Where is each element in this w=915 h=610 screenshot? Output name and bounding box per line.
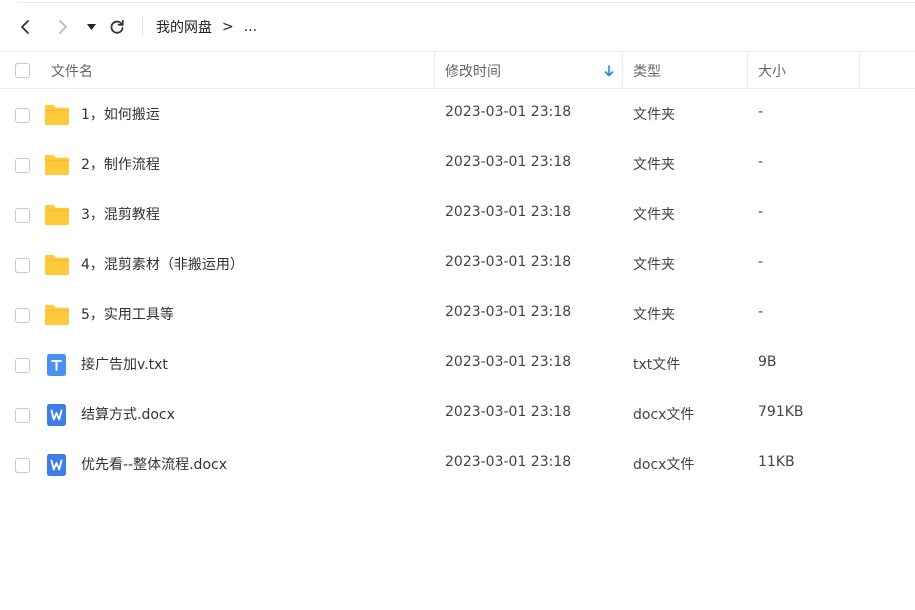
chevron-right-icon <box>59 20 67 34</box>
folder-icon <box>44 153 70 177</box>
caret-down-icon <box>86 24 96 30</box>
column-divider <box>859 52 860 89</box>
file-type: docx文件 <box>633 407 695 423</box>
file-size: - <box>758 104 764 120</box>
file-modified-time: 2023-03-01 23:18 <box>445 404 572 420</box>
file-size: - <box>758 204 764 220</box>
breadcrumb-more[interactable]: ... <box>244 19 257 35</box>
file-list-header: 文件名 修改时间 类型 大小 <box>0 51 915 89</box>
file-name[interactable]: 5，实用工具等 <box>81 304 174 324</box>
forward-button[interactable] <box>52 14 74 40</box>
file-type: docx文件 <box>633 457 695 473</box>
folder-icon <box>44 303 70 327</box>
row-checkbox[interactable] <box>15 408 30 423</box>
breadcrumb-root[interactable]: 我的网盘 <box>156 17 212 37</box>
file-type: 文件夹 <box>633 307 675 323</box>
file-size: - <box>758 254 764 270</box>
file-row[interactable]: 5，实用工具等 2023-03-01 23:18 文件夹 - <box>0 290 915 340</box>
folder-icon <box>44 203 70 227</box>
folder-icon <box>44 103 70 127</box>
column-divider <box>622 52 623 89</box>
breadcrumb-separator: > <box>222 19 234 35</box>
file-modified-time: 2023-03-01 23:18 <box>445 354 572 370</box>
row-checkbox[interactable] <box>15 358 30 373</box>
file-size: 9B <box>758 354 777 370</box>
word-doc-icon <box>44 453 70 477</box>
column-header-type[interactable]: 类型 <box>633 52 661 89</box>
row-checkbox[interactable] <box>15 258 30 273</box>
toolbar-separator <box>142 17 143 37</box>
file-modified-time: 2023-03-01 23:18 <box>445 154 572 170</box>
file-type: 文件夹 <box>633 207 675 223</box>
file-name[interactable]: 结算方式.docx <box>81 404 175 424</box>
column-header-name[interactable]: 文件名 <box>51 52 93 89</box>
file-row[interactable]: 3，混剪教程 2023-03-01 23:18 文件夹 - <box>0 190 915 240</box>
file-modified-time: 2023-03-01 23:18 <box>445 254 572 270</box>
column-header-size[interactable]: 大小 <box>758 52 786 89</box>
file-row[interactable]: 1，如何搬运 2023-03-01 23:18 文件夹 - <box>0 90 915 140</box>
column-divider <box>747 52 748 89</box>
word-doc-icon <box>44 403 70 427</box>
folder-icon <box>44 253 70 277</box>
txt-file-icon <box>44 353 70 377</box>
file-size: 11KB <box>758 454 795 470</box>
file-row[interactable]: 结算方式.docx 2023-03-01 23:18 docx文件 791KB <box>0 390 915 440</box>
file-size: - <box>758 304 764 320</box>
history-dropdown-button[interactable] <box>84 14 98 40</box>
file-type: 文件夹 <box>633 157 675 173</box>
file-name[interactable]: 接广告加v.txt <box>81 354 168 374</box>
file-size: - <box>758 154 764 170</box>
file-row[interactable]: 接广告加v.txt 2023-03-01 23:18 txt文件 9B <box>0 340 915 390</box>
file-type: 文件夹 <box>633 107 675 123</box>
top-divider <box>18 0 915 3</box>
file-size: 791KB <box>758 404 804 420</box>
file-row[interactable]: 优先看--整体流程.docx 2023-03-01 23:18 docx文件 1… <box>0 440 915 490</box>
file-name[interactable]: 4，混剪素材（非搬运用） <box>81 254 244 274</box>
file-modified-time: 2023-03-01 23:18 <box>445 204 572 220</box>
chevron-left-icon <box>21 20 29 34</box>
column-header-modified[interactable]: 修改时间 <box>445 52 501 89</box>
file-name[interactable]: 1，如何搬运 <box>81 104 160 124</box>
file-modified-time: 2023-03-01 23:18 <box>445 454 572 470</box>
file-row[interactable]: 2，制作流程 2023-03-01 23:18 文件夹 - <box>0 140 915 190</box>
file-name[interactable]: 优先看--整体流程.docx <box>81 454 227 474</box>
back-button[interactable] <box>14 14 36 40</box>
select-all-checkbox[interactable] <box>15 63 30 78</box>
row-checkbox[interactable] <box>15 308 30 323</box>
file-row[interactable]: 4，混剪素材（非搬运用） 2023-03-01 23:18 文件夹 - <box>0 240 915 290</box>
file-modified-time: 2023-03-01 23:18 <box>445 104 572 120</box>
breadcrumb: 我的网盘 > ... <box>156 16 267 38</box>
row-checkbox[interactable] <box>15 208 30 223</box>
refresh-icon <box>110 19 124 34</box>
file-name[interactable]: 2，制作流程 <box>81 154 160 174</box>
navigation-toolbar: 我的网盘 > ... <box>0 4 915 50</box>
file-type: txt文件 <box>633 357 681 373</box>
row-checkbox[interactable] <box>15 108 30 123</box>
row-checkbox[interactable] <box>15 458 30 473</box>
refresh-button[interactable] <box>106 14 128 40</box>
file-type: 文件夹 <box>633 257 675 273</box>
row-checkbox[interactable] <box>15 158 30 173</box>
file-modified-time: 2023-03-01 23:18 <box>445 304 572 320</box>
sort-descending-arrow-icon[interactable] <box>603 64 615 78</box>
column-divider <box>434 52 435 89</box>
file-name[interactable]: 3，混剪教程 <box>81 204 160 224</box>
